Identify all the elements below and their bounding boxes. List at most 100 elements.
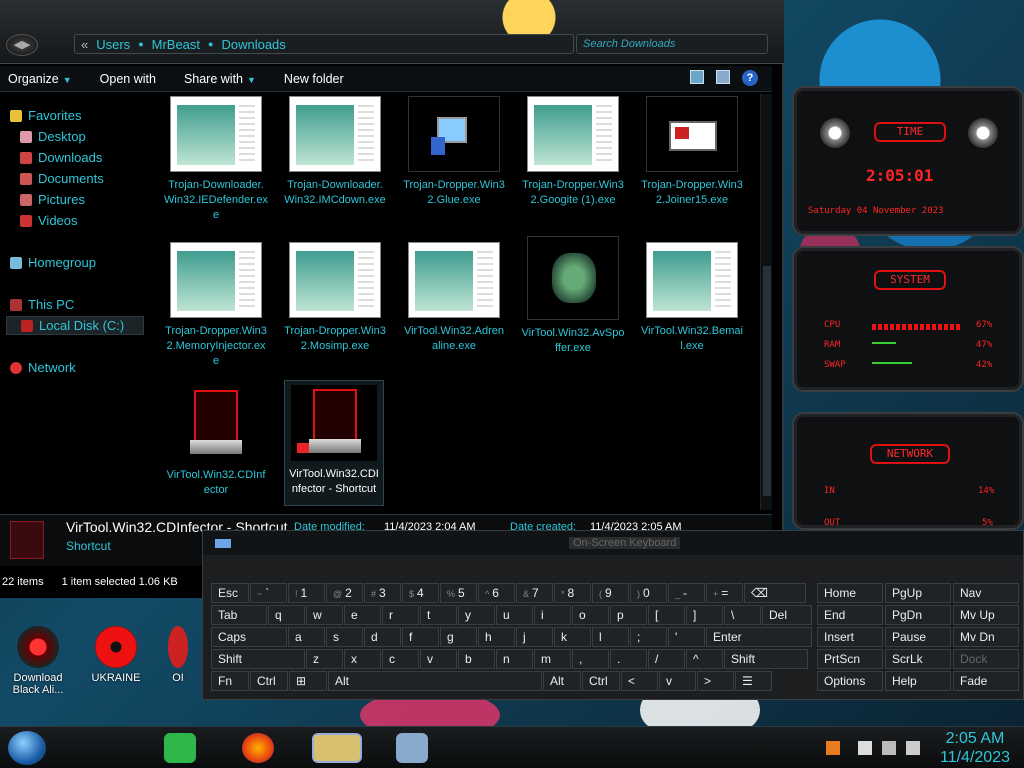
key-mv-up[interactable]: Mv Up xyxy=(953,605,1019,625)
key-i[interactable]: i xyxy=(534,605,571,625)
key-Shift[interactable]: Shift xyxy=(211,649,305,669)
key-.[interactable]: . xyxy=(610,649,647,669)
address-bar[interactable]: « Users ● MrBeast ● Downloads xyxy=(74,34,574,54)
key-g[interactable]: g xyxy=(440,627,477,647)
flag-tray-icon[interactable] xyxy=(858,741,872,755)
key-5[interactable]: $4 xyxy=(402,583,439,603)
key-,[interactable]: , xyxy=(572,649,609,669)
keyboard-app-icon[interactable] xyxy=(396,733,428,763)
network-tray-icon[interactable] xyxy=(882,741,896,755)
key-u[interactable]: u xyxy=(496,605,533,625)
key-13[interactable]: + = xyxy=(706,583,743,603)
key-a[interactable]: a xyxy=(288,627,325,647)
file-item[interactable]: VirTool.Win32.Adrenaline.exe xyxy=(398,242,510,354)
key-11[interactable]: ) 0 xyxy=(630,583,667,603)
key-fade[interactable]: Fade xyxy=(953,671,1019,691)
file-item[interactable]: Trojan-Dropper.Win32.Mosimp.exe xyxy=(279,242,391,354)
file-item[interactable]: Trojan-Dropper.Win32.Googite (1).exe xyxy=(517,96,629,208)
key-h[interactable]: h xyxy=(478,627,515,647)
key-help[interactable]: Help xyxy=(885,671,951,691)
key-;[interactable]: ; xyxy=(630,627,667,647)
nav-homegroup[interactable]: Homegroup xyxy=(10,255,96,270)
file-item[interactable]: VirTool.Win32.AvSpoffer.exe xyxy=(517,236,629,356)
key-pgup[interactable]: PgUp xyxy=(885,583,951,603)
share-with-button[interactable]: Share with ▼ xyxy=(176,72,264,86)
file-item[interactable]: VirTool.Win32.CDInfector xyxy=(160,386,272,498)
taskbar-clock-date[interactable]: 11/4/2023 xyxy=(930,749,1020,767)
search-input[interactable]: Search Downloads xyxy=(576,34,768,54)
key-dock[interactable]: Dock xyxy=(953,649,1019,669)
key-Del[interactable]: Del xyxy=(762,605,812,625)
key-t[interactable]: t xyxy=(420,605,457,625)
key-Caps[interactable]: Caps xyxy=(211,627,287,647)
key-e[interactable]: e xyxy=(344,605,381,625)
key-7[interactable]: ^ 6 xyxy=(478,583,515,603)
key-scrlk[interactable]: ScrLk xyxy=(885,649,951,669)
scrollbar-thumb[interactable] xyxy=(763,266,771,496)
open-with-button[interactable]: Open with xyxy=(92,72,164,86)
key-v[interactable]: v xyxy=(420,649,457,669)
notes-app-icon[interactable] xyxy=(164,733,196,763)
nav-favorites[interactable]: Favorites xyxy=(10,108,81,123)
key->[interactable]: > xyxy=(697,671,734,691)
key-s[interactable]: s xyxy=(326,627,363,647)
key-Tab[interactable]: Tab xyxy=(211,605,267,625)
key-z[interactable]: z xyxy=(306,649,343,669)
key-6[interactable]: % 5 xyxy=(440,583,477,603)
file-item-selected[interactable]: VirTool.Win32.CDInfector - Shortcut xyxy=(284,380,384,506)
file-item[interactable]: Trojan-Dropper.Win32.Glue.exe xyxy=(398,96,510,208)
key-Fn[interactable]: Fn xyxy=(211,671,249,691)
key-9[interactable]: * 8 xyxy=(554,583,591,603)
key-Alt[interactable]: Alt xyxy=(543,671,581,691)
key-[[interactable]: [ xyxy=(648,605,685,625)
file-item[interactable]: VirTool.Win32.Bemail.exe xyxy=(636,242,748,354)
key-4[interactable]: #3 xyxy=(364,583,401,603)
key-w[interactable]: w xyxy=(306,605,343,625)
key-k[interactable]: k xyxy=(554,627,591,647)
nav-videos[interactable]: Videos xyxy=(20,213,78,228)
taskbar-clock-time[interactable]: 2:05 AM xyxy=(930,730,1020,748)
key-0[interactable]: Esc xyxy=(211,583,249,603)
nav-desktop[interactable]: Desktop xyxy=(20,129,86,144)
file-item[interactable]: Trojan-Dropper.Win32.Joiner15.exe xyxy=(636,96,748,208)
key-v[interactable]: v xyxy=(659,671,696,691)
firefox-icon[interactable] xyxy=(242,733,274,763)
key-Shift[interactable]: Shift xyxy=(724,649,808,669)
key-<[interactable]: < xyxy=(621,671,658,691)
file-explorer-taskbar-icon[interactable] xyxy=(312,733,362,763)
key-home[interactable]: Home xyxy=(817,583,883,603)
preview-pane-icon[interactable] xyxy=(716,70,730,84)
key-b[interactable]: b xyxy=(458,649,495,669)
breadcrumb-mrbeast[interactable]: MrBeast xyxy=(152,37,200,52)
start-button[interactable] xyxy=(8,731,46,765)
key-o[interactable]: o xyxy=(572,605,609,625)
key-pause[interactable]: Pause xyxy=(885,627,951,647)
key-^[interactable]: ^ xyxy=(686,649,723,669)
key-j[interactable]: j xyxy=(516,627,553,647)
key-r[interactable]: r xyxy=(382,605,419,625)
key-d[interactable]: d xyxy=(364,627,401,647)
key-2[interactable]: ! 1 xyxy=(288,583,325,603)
nav-this-pc[interactable]: This PC xyxy=(10,297,74,312)
key-p[interactable]: p xyxy=(610,605,647,625)
key-☰[interactable]: ☰ xyxy=(735,671,772,691)
key-12[interactable]: _ - xyxy=(668,583,705,603)
security-tray-icon[interactable] xyxy=(826,741,840,755)
view-options-icon[interactable] xyxy=(690,70,704,84)
organize-button[interactable]: Organize ▼ xyxy=(0,72,80,86)
breadcrumb-downloads[interactable]: Downloads xyxy=(221,37,285,52)
key-x[interactable]: x xyxy=(344,649,381,669)
desktop-icon-ukraine[interactable]: UKRAINE xyxy=(86,626,146,684)
key-f[interactable]: f xyxy=(402,627,439,647)
key-mv-dn[interactable]: Mv Dn xyxy=(953,627,1019,647)
file-item[interactable]: Trojan-Dropper.Win32.MemoryInjector.exe xyxy=(160,242,272,369)
key-Enter[interactable]: Enter xyxy=(706,627,812,647)
nav-network[interactable]: Network xyxy=(10,360,76,375)
key-3[interactable]: @2 xyxy=(326,583,363,603)
file-item[interactable]: Trojan-Downloader.Win32.IMCdown.exe xyxy=(279,96,391,208)
desktop-icon-black-alien[interactable]: Download Black Ali... xyxy=(8,626,68,696)
key-pgdn[interactable]: PgDn xyxy=(885,605,951,625)
key-Ctrl[interactable]: Ctrl xyxy=(582,671,620,691)
key-nav[interactable]: Nav xyxy=(953,583,1019,603)
vertical-scrollbar[interactable] xyxy=(760,94,772,510)
